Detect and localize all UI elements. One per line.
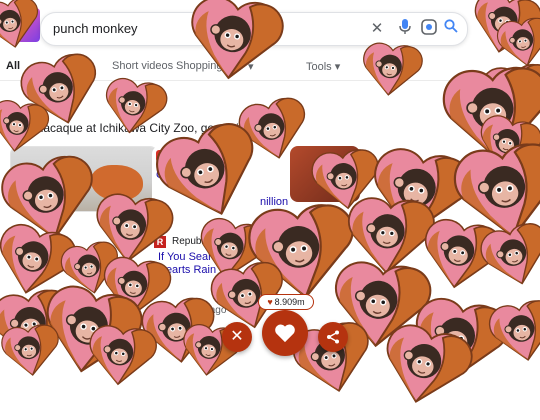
search-icon[interactable]	[441, 19, 461, 39]
next-result[interactable]: HELLO!	[156, 328, 206, 339]
result-source: Republic W	[172, 236, 224, 247]
share-icon	[327, 330, 339, 344]
mic-icon[interactable]	[395, 19, 415, 39]
monkey-heart-sticker	[0, 279, 79, 374]
monkey-heart-sticker	[414, 208, 507, 301]
monkey-heart-sticker	[360, 134, 476, 250]
like-count-value: 8.909m	[274, 297, 305, 307]
republic-logo: R	[154, 236, 166, 248]
lens-icon[interactable]	[419, 19, 439, 39]
photo-card[interactable]	[10, 146, 158, 212]
news-source-logo	[156, 150, 168, 162]
tab-shopping[interactable]: Shopping	[176, 60, 223, 72]
close-button[interactable]: ✕	[222, 322, 252, 352]
summary-text: baby macaque at Ichikawa City Zoo, goes …	[4, 121, 250, 135]
chevron-right-icon[interactable]: >	[243, 121, 250, 135]
app-logo[interactable]	[14, 8, 40, 42]
monkey-heart-sticker	[31, 271, 150, 390]
monkey-heart-sticker	[370, 310, 479, 419]
hello-logo	[156, 328, 166, 339]
monkey-heart-sticker	[83, 317, 160, 394]
summary-line: baby macaque at Ichikawa City Zoo, goes …	[4, 121, 239, 135]
result-timestamp: 44 minutes ago	[158, 305, 227, 316]
monkey-heart-sticker	[473, 213, 540, 298]
search-input[interactable]: punch monkey	[53, 21, 138, 36]
search-tabs: All Short videos Shopping ▾ Tools ▾	[0, 58, 540, 81]
like-count: ♥ 8.909m	[258, 294, 314, 310]
hello-source: HELLO!	[170, 328, 206, 339]
news-title[interactable]: G	[156, 168, 276, 182]
news-thumbnail	[290, 146, 360, 202]
monkey-heart-sticker	[469, 105, 540, 183]
news-photo[interactable]	[290, 146, 360, 202]
monkey-heart-sticker	[402, 284, 513, 395]
like-button[interactable]	[262, 310, 308, 356]
tab-all[interactable]: All	[6, 60, 20, 72]
tab-short-videos[interactable]: Short videos	[112, 60, 173, 72]
result-title[interactable]: If You Sear Monkey' On Hearts Rain O	[158, 251, 298, 277]
heart-small-icon: ♥	[267, 297, 273, 307]
close-icon[interactable]: ✕	[367, 19, 387, 39]
news-title-tail[interactable]: nillion...	[260, 196, 288, 208]
monkey-heart-sticker	[482, 290, 540, 371]
close-icon: ✕	[230, 328, 244, 345]
monkey-heart-sticker	[0, 212, 82, 309]
tab-tools[interactable]: Tools ▾	[306, 60, 340, 73]
search-bar[interactable]: punch monkey ✕	[40, 12, 468, 46]
share-button[interactable]	[318, 322, 348, 352]
news-card[interactable]: G nillion...	[152, 146, 288, 218]
monkey-heart-sticker	[445, 129, 540, 253]
monkey-heart-sticker	[55, 233, 125, 303]
heart-icon	[275, 324, 295, 343]
tab-more[interactable]: ▾	[248, 60, 254, 73]
monkey-heart-sticker	[463, 0, 540, 65]
monkey-heart-sticker	[0, 317, 63, 383]
